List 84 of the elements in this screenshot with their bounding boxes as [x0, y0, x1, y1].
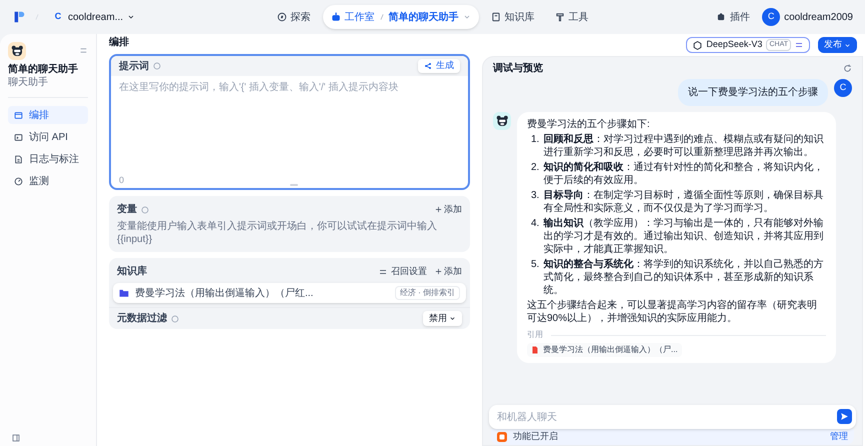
- send-icon: [840, 412, 849, 421]
- answer-text: 目标导向：在制定学习目标时，遵循全面性等原则，确保目标具有全局性和实际意义，而不仅仅是为了学习而学习。: [543, 189, 824, 215]
- user-avatar: C: [762, 8, 780, 26]
- answer-text: 知识的整合与系统化：将学到的知识系统化，并以自己熟悉的方式简化，最终整合到自己的知识体系中，甚至形成新的知识系统。: [543, 258, 824, 297]
- compass-icon: [276, 12, 286, 22]
- user-name: cooldream2009: [784, 10, 853, 24]
- answer-text: 输出知识（教学应用）：学习与输出是一体的，只有能够对外输出的学习才是有效的。通过输出知识、创造知识，并将其应用到实际中，才能真正掌握知识。: [543, 217, 824, 256]
- collapse-icon: [12, 434, 20, 442]
- sliders-icon: [795, 41, 803, 49]
- help-icon: [171, 314, 179, 322]
- list-number: 3.: [531, 189, 540, 203]
- workspace-name: cooldream...: [68, 10, 124, 24]
- metadata-filter-select[interactable]: 禁用: [423, 311, 462, 326]
- user-menu[interactable]: C cooldream2009: [762, 8, 853, 26]
- chevron-down-icon: [462, 13, 470, 21]
- section-title: 编排: [109, 36, 129, 50]
- add-variable-button[interactable]: 添加: [435, 202, 462, 216]
- book-icon: [490, 12, 500, 22]
- generate-button[interactable]: 生成: [418, 59, 460, 73]
- chevron-down-icon: [449, 315, 456, 322]
- pdf-file-icon: [531, 346, 539, 354]
- chat-input[interactable]: 和机器人聊天: [489, 405, 856, 429]
- help-icon: [141, 206, 149, 214]
- citation-chip[interactable]: 费曼学习法（用输出倒逼输入）（尸...: [527, 343, 682, 357]
- metadata-filter-label: 元数据过滤: [117, 312, 167, 326]
- app-title: 简单的聊天助手: [8, 64, 79, 76]
- help-icon: [153, 62, 161, 70]
- answer-text: 知识的简化和吸收：通过有针对性的简化和整合，将知识内化，便于后续的有效应用。: [543, 161, 824, 187]
- sidebar-item[interactable]: 编排: [8, 106, 88, 124]
- plus-icon: [435, 268, 442, 275]
- add-knowledge-button[interactable]: 添加: [435, 264, 462, 278]
- sliders-icon: [379, 268, 387, 276]
- resize-handle[interactable]: [290, 184, 298, 186]
- list-number: 1.: [531, 133, 540, 147]
- gauge-icon: [14, 176, 23, 186]
- list-number: 5.: [531, 258, 540, 272]
- character-count: 0: [119, 174, 124, 188]
- answer-text: 这五个步骤结合起来，可以显著提高学习内容的留存率（研究表明可达90%以上），并增强知识的实际应用能力。: [527, 299, 818, 325]
- app-type: 聊天助手: [8, 76, 49, 89]
- layout-icon: [14, 110, 23, 120]
- answer-text: 回顾和反思：对学习过程中遇到的难点、模糊点或有疑问的知识进行重新学习和反思，必要时可以重新整理思路并再次输出。: [543, 133, 824, 159]
- nav-tab[interactable]: 工具: [546, 5, 596, 29]
- sidebar-item[interactable]: 日志与标注: [8, 150, 88, 168]
- answer-text: 费曼学习法的五个步骤如下:: [527, 118, 651, 131]
- workspace-avatar: C: [54, 11, 62, 23]
- citation-label: 引用: [527, 329, 543, 341]
- nav-tab[interactable]: 工作室 简单的聊天助手: [322, 5, 478, 29]
- knowledge-name: 费曼学习法（用输出倒逼输入）（尸红...: [135, 286, 314, 300]
- plugins-button[interactable]: 插件: [716, 10, 750, 24]
- terminal-icon: [14, 132, 23, 142]
- knowledge-item[interactable]: 费曼学习法（用输出倒逼输入）（尸红... 经济 · 倒排索引: [113, 283, 466, 303]
- chevron-down-icon: [127, 13, 136, 21]
- preview-title: 调试与预览: [493, 62, 544, 76]
- sidebar-item[interactable]: 访问 API: [8, 128, 88, 146]
- publish-button[interactable]: 发布: [818, 37, 857, 53]
- list-number: 2.: [531, 161, 540, 175]
- index-badge: 经济 · 倒排索引: [394, 286, 460, 300]
- feature-status: 功能已开启: [513, 430, 559, 444]
- variables-description: 变量能使用户输入表单引入提示词或开场白，你可以试试在提示词中输入 {{input}}: [117, 221, 438, 246]
- user-message: 说一下费曼学习法的五个步骤: [678, 79, 828, 106]
- nav-tab[interactable]: 知识库: [482, 5, 542, 29]
- share-nodes-icon: [424, 62, 432, 70]
- logo-icon: [12, 10, 26, 24]
- user-avatar: C: [834, 79, 852, 97]
- workspace-switcher[interactable]: C cooldream...: [48, 10, 140, 24]
- nav-tab[interactable]: 探索: [268, 5, 318, 29]
- robot-icon: [330, 12, 340, 22]
- manage-link[interactable]: 管理: [830, 430, 848, 444]
- folder-icon: [119, 288, 129, 298]
- prompt-editor[interactable]: 提示词 生成 在这里写你的提示词，输入'{' 插入变量、输入'/' 插入提示内容块 0: [109, 54, 470, 190]
- plus-icon: [435, 206, 442, 213]
- variables-label: 变量: [117, 202, 137, 217]
- feature-icon: [497, 432, 507, 442]
- chevron-down-icon: [844, 42, 851, 48]
- refresh-icon: [843, 64, 852, 72]
- document-icon: [14, 154, 23, 164]
- recall-settings-button[interactable]: 召回设置: [379, 264, 427, 278]
- sidebar-item[interactable]: 监测: [8, 172, 88, 190]
- hammer-icon: [554, 12, 564, 22]
- knowledge-label: 知识库: [117, 264, 148, 279]
- send-button[interactable]: [837, 409, 852, 424]
- list-number: 4.: [531, 217, 540, 231]
- app-name-crumb: 简单的聊天助手: [388, 10, 458, 24]
- prompt-label: 提示词: [119, 60, 149, 74]
